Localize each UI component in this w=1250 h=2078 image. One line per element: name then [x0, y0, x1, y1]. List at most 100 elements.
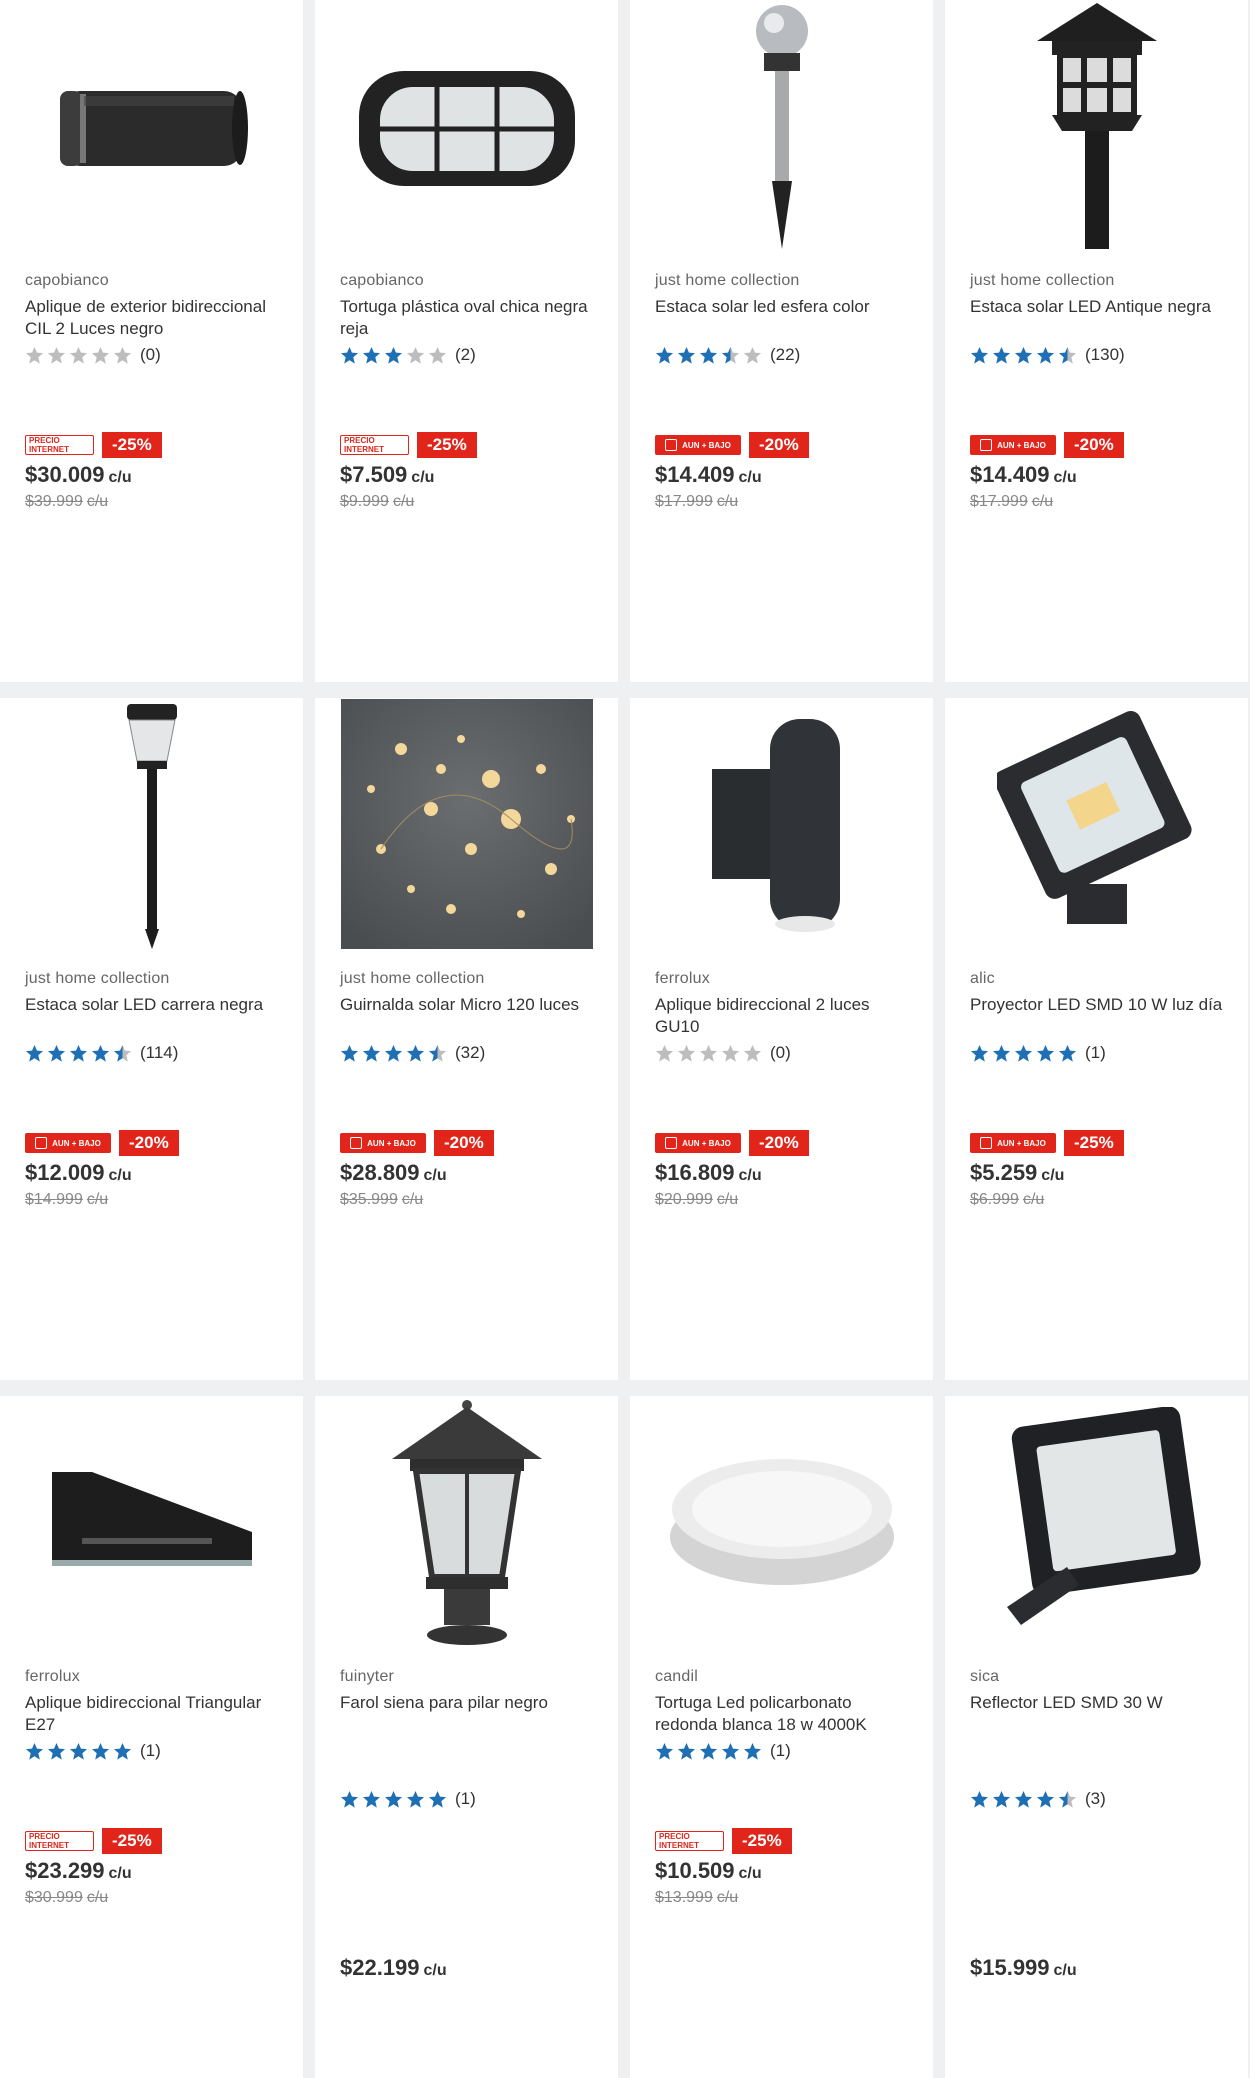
product-rating[interactable]: (1)	[340, 1788, 476, 1810]
product-rating[interactable]: (130)	[970, 344, 1125, 366]
promo-badges: PRECIO INTERNET -25%	[655, 1828, 792, 1854]
product-card[interactable]: just home collection Estaca solar LED An…	[945, 0, 1248, 682]
star-icon	[384, 1044, 403, 1062]
star-icon	[428, 346, 447, 364]
product-title[interactable]: Aplique bidireccional 2 luces GU10	[655, 994, 915, 1038]
product-image[interactable]	[655, 1396, 908, 1648]
promo-badges: AUN + BAJO -20%	[340, 1130, 494, 1156]
tag-icon	[35, 1137, 48, 1149]
product-card[interactable]: just home collection Estaca solar led es…	[630, 0, 933, 682]
star-icon	[1058, 1044, 1077, 1062]
star-icon	[25, 1044, 44, 1062]
tag-icon	[665, 1137, 678, 1149]
product-title[interactable]: Tortuga plástica oval chica negra reja	[340, 296, 600, 340]
star-icon	[113, 1742, 132, 1760]
review-count: (130)	[1085, 345, 1125, 364]
product-image[interactable]	[25, 1396, 278, 1648]
product-card[interactable]: alic Proyector LED SMD 10 W luz día (1) …	[945, 698, 1248, 1380]
product-price: $12.009 c/u	[25, 1160, 132, 1185]
product-card[interactable]: fuinyter Farol siena para pilar negro (1…	[315, 1396, 618, 2078]
promo-badges: AUN + BAJO -20%	[25, 1130, 179, 1156]
promo-tag: PRECIO INTERNET	[25, 435, 94, 455]
star-icon	[91, 346, 110, 364]
rating-stars	[25, 1742, 132, 1761]
product-title[interactable]: Proyector LED SMD 10 W luz día	[970, 994, 1230, 1016]
product-title[interactable]: Aplique de exterior bidireccional CIL 2 …	[25, 296, 285, 340]
star-icon	[69, 346, 88, 364]
star-icon	[721, 1742, 740, 1760]
product-image[interactable]	[655, 0, 908, 252]
product-title[interactable]: Estaca solar led esfera color	[655, 296, 915, 318]
product-card[interactable]: sica Reflector LED SMD 30 W (3) $15.999 c…	[945, 1396, 1248, 2078]
product-card[interactable]: just home collection Estaca solar LED ca…	[0, 698, 303, 1380]
star-icon	[992, 1044, 1011, 1062]
rating-stars	[340, 346, 447, 365]
promo-tag: AUN + BAJO	[970, 435, 1056, 455]
product-old-price: $14.999 c/u	[25, 1191, 109, 1208]
star-icon	[91, 1044, 110, 1062]
star-icon	[677, 1742, 696, 1760]
product-price: $10.509 c/u	[655, 1858, 762, 1883]
rating-stars	[655, 1742, 762, 1761]
star-icon	[970, 346, 989, 364]
product-card[interactable]: just home collection Guirnalda solar Mic…	[315, 698, 618, 1380]
product-image[interactable]	[340, 1396, 593, 1648]
product-card[interactable]: capobianco Tortuga plástica oval chica n…	[315, 0, 618, 682]
product-image[interactable]	[970, 698, 1223, 950]
star-icon	[113, 1044, 132, 1062]
product-image[interactable]	[655, 698, 908, 950]
product-rating[interactable]: (114)	[25, 1042, 178, 1064]
product-rating[interactable]: (22)	[655, 344, 800, 366]
product-price: $28.809 c/u	[340, 1160, 447, 1185]
star-icon	[655, 346, 674, 364]
product-title[interactable]: Estaca solar LED Antique negra	[970, 296, 1230, 318]
review-count: (0)	[140, 345, 161, 364]
star-icon	[992, 1790, 1011, 1808]
product-title[interactable]: Guirnalda solar Micro 120 luces	[340, 994, 600, 1016]
star-icon	[970, 1044, 989, 1062]
star-icon	[1058, 1790, 1077, 1808]
review-count: (2)	[455, 345, 476, 364]
product-rating[interactable]: (3)	[970, 1788, 1106, 1810]
product-image[interactable]	[25, 0, 278, 252]
tag-icon	[980, 439, 993, 451]
product-image[interactable]	[340, 698, 593, 950]
star-icon	[25, 1742, 44, 1760]
rating-stars	[25, 1044, 132, 1063]
product-title[interactable]: Aplique bidireccional Triangular E27	[25, 1692, 285, 1736]
star-icon	[25, 346, 44, 364]
review-count: (114)	[140, 1043, 179, 1062]
star-icon	[340, 1044, 359, 1062]
product-rating[interactable]: (0)	[25, 344, 161, 366]
discount-badge: -25%	[417, 432, 477, 458]
product-title[interactable]: Estaca solar LED carrera negra	[25, 994, 285, 1016]
product-card[interactable]: capobianco Aplique de exterior bidirecci…	[0, 0, 303, 682]
product-title[interactable]: Farol siena para pilar negro	[340, 1692, 600, 1714]
product-brand: just home collection	[25, 970, 170, 987]
product-image[interactable]	[970, 0, 1223, 252]
product-rating[interactable]: (1)	[25, 1740, 161, 1762]
discount-badge: -20%	[749, 432, 809, 458]
product-rating[interactable]: (32)	[340, 1042, 485, 1064]
star-icon	[1014, 346, 1033, 364]
rating-stars	[25, 346, 132, 365]
product-card[interactable]: ferrolux Aplique bidireccional Triangula…	[0, 1396, 303, 2078]
promo-tag: AUN + BAJO	[655, 1133, 741, 1153]
star-icon	[47, 346, 66, 364]
star-icon	[340, 1790, 359, 1808]
product-title[interactable]: Reflector LED SMD 30 W	[970, 1692, 1230, 1714]
product-rating[interactable]: (0)	[655, 1042, 791, 1064]
star-icon	[1014, 1044, 1033, 1062]
product-image[interactable]	[970, 1396, 1223, 1648]
product-card[interactable]: ferrolux Aplique bidireccional 2 luces G…	[630, 698, 933, 1380]
product-price: $23.299 c/u	[25, 1858, 132, 1883]
product-card[interactable]: candil Tortuga Led policarbonato redonda…	[630, 1396, 933, 2078]
product-rating[interactable]: (1)	[655, 1740, 791, 1762]
product-brand: sica	[970, 1668, 1000, 1685]
product-title[interactable]: Tortuga Led policarbonato redonda blanca…	[655, 1692, 915, 1736]
product-image[interactable]	[25, 698, 278, 950]
product-rating[interactable]: (2)	[340, 344, 476, 366]
product-old-price: $13.999 c/u	[655, 1889, 739, 1906]
product-rating[interactable]: (1)	[970, 1042, 1106, 1064]
product-image[interactable]	[340, 0, 593, 252]
